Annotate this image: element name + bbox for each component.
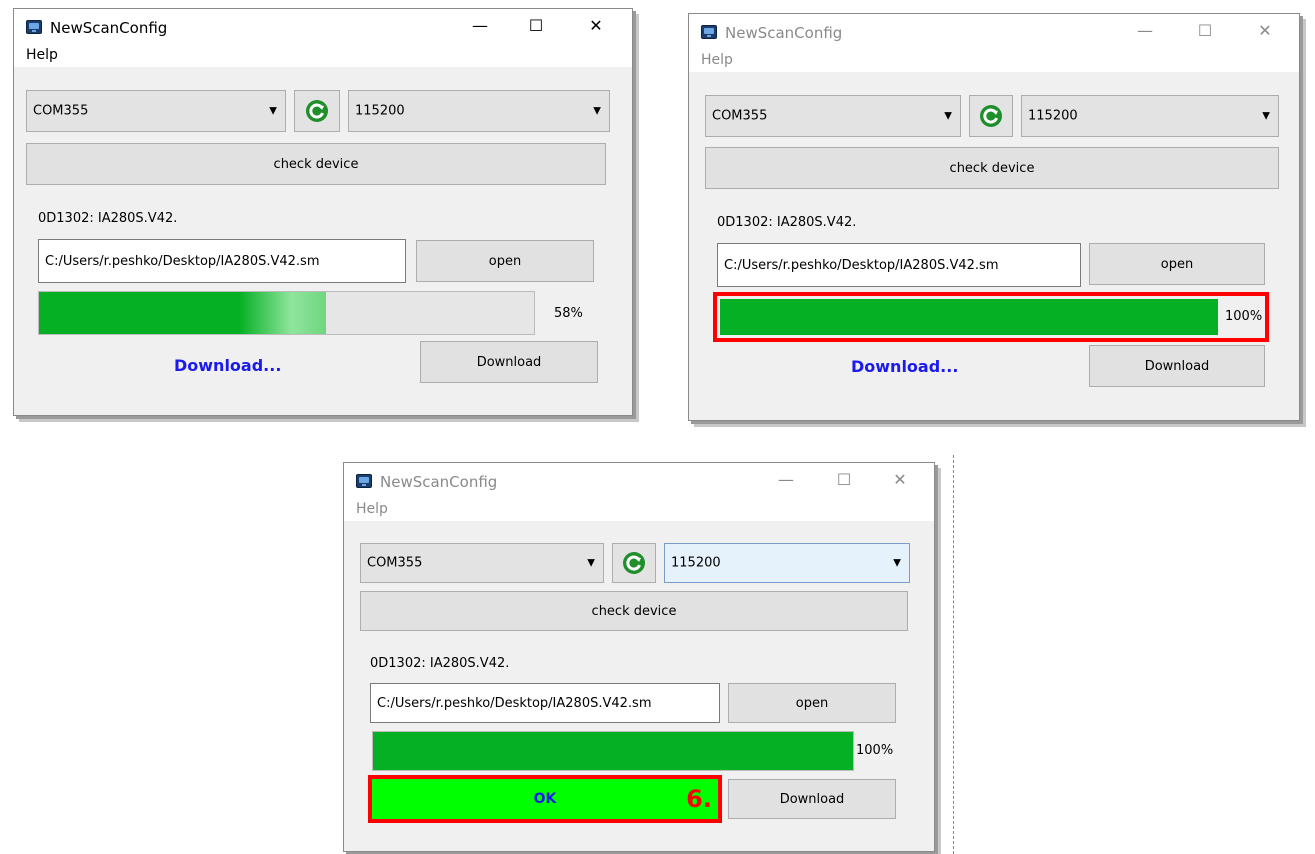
device-info-label: 0D1302: IA280S.V42. xyxy=(38,211,178,226)
maximize-icon[interactable]: ☐ xyxy=(510,11,562,41)
title-bar[interactable]: NewScanConfig — ☐ ✕ xyxy=(689,14,1299,50)
open-button[interactable]: open xyxy=(728,683,896,723)
download-button[interactable]: Download xyxy=(1089,345,1265,387)
progress-fill xyxy=(373,732,853,770)
progress-percent: 100% xyxy=(856,743,894,758)
close-icon[interactable]: ✕ xyxy=(1239,16,1291,46)
progress-fill xyxy=(39,292,327,334)
ok-button[interactable]: OK 6. xyxy=(368,775,722,823)
file-path-input[interactable]: C:/Users/r.peshko/Desktop/IA280S.V42.sm xyxy=(717,243,1081,287)
open-button[interactable]: open xyxy=(1089,243,1265,285)
app-icon xyxy=(701,25,717,39)
download-progress-bar xyxy=(720,299,1218,335)
app-icon xyxy=(356,474,372,488)
file-path-input[interactable]: C:/Users/r.peshko/Desktop/IA280S.V42.sm xyxy=(370,683,720,723)
open-button[interactable]: open xyxy=(416,240,594,282)
download-progress-bar xyxy=(38,291,535,335)
menu-bar: Help xyxy=(14,45,632,67)
check-device-button[interactable]: check device xyxy=(26,143,606,185)
close-icon[interactable]: ✕ xyxy=(570,11,622,41)
menu-help[interactable]: Help xyxy=(26,47,58,63)
download-status: Download... xyxy=(851,357,959,376)
menu-help[interactable]: Help xyxy=(356,501,388,517)
maximize-icon[interactable]: ☐ xyxy=(818,465,870,495)
window-title: NewScanConfig xyxy=(725,24,843,42)
progress-percent: 58% xyxy=(554,306,583,321)
minimize-icon[interactable]: — xyxy=(1119,16,1171,46)
chevron-down-icon: ▼ xyxy=(944,110,952,122)
refresh-icon xyxy=(306,100,328,122)
check-device-button[interactable]: check device xyxy=(360,591,908,631)
baud-rate-value: 115200 xyxy=(355,103,405,119)
com-port-value: COM355 xyxy=(367,555,423,571)
baud-rate-select[interactable]: 115200 ▼ xyxy=(348,90,610,132)
download-progress-bar xyxy=(372,731,854,771)
baud-rate-value: 115200 xyxy=(671,555,721,571)
com-port-select[interactable]: COM355 ▼ xyxy=(26,90,286,132)
window-title: NewScanConfig xyxy=(380,473,498,491)
download-button[interactable]: Download xyxy=(420,341,598,383)
minimize-icon[interactable]: — xyxy=(760,465,812,495)
menu-bar: Help xyxy=(689,50,1299,72)
download-status: Download... xyxy=(174,356,282,375)
window-3: NewScanConfig — ☐ ✕ Help COM355 ▼ 115200… xyxy=(343,462,935,852)
step-number: 6. xyxy=(686,785,712,813)
download-button[interactable]: Download xyxy=(728,779,896,819)
app-icon xyxy=(26,20,42,34)
window-1: NewScanConfig — ☐ ✕ Help COM355 ▼ 115200… xyxy=(13,8,633,416)
title-bar[interactable]: NewScanConfig — ☐ ✕ xyxy=(344,463,934,499)
refresh-button[interactable] xyxy=(612,543,656,583)
refresh-icon xyxy=(623,552,645,574)
device-info-label: 0D1302: IA280S.V42. xyxy=(717,215,857,230)
progress-highlight: 100% xyxy=(713,292,1269,342)
window-2: NewScanConfig — ☐ ✕ Help COM355 ▼ 115200… xyxy=(688,13,1300,421)
chevron-down-icon: ▼ xyxy=(1262,110,1270,122)
window-title: NewScanConfig xyxy=(50,19,168,37)
refresh-icon xyxy=(980,105,1002,127)
ok-label: OK xyxy=(533,791,557,807)
menu-help[interactable]: Help xyxy=(701,52,733,68)
com-port-value: COM355 xyxy=(33,103,89,119)
com-port-value: COM355 xyxy=(712,108,768,124)
close-icon[interactable]: ✕ xyxy=(874,465,926,495)
com-port-select[interactable]: COM355 ▼ xyxy=(360,543,604,583)
chevron-down-icon: ▼ xyxy=(893,557,901,569)
chevron-down-icon: ▼ xyxy=(269,105,277,117)
chevron-down-icon: ▼ xyxy=(593,105,601,117)
title-bar[interactable]: NewScanConfig — ☐ ✕ xyxy=(14,9,632,45)
separator-line xyxy=(953,455,954,854)
refresh-button[interactable] xyxy=(294,90,340,132)
baud-rate-select[interactable]: 115200 ▼ xyxy=(1021,95,1279,137)
check-device-button[interactable]: check device xyxy=(705,147,1279,189)
device-info-label: 0D1302: IA280S.V42. xyxy=(370,656,510,671)
maximize-icon[interactable]: ☐ xyxy=(1179,16,1231,46)
baud-rate-value: 115200 xyxy=(1028,108,1078,124)
progress-fill xyxy=(720,299,1218,335)
refresh-button[interactable] xyxy=(969,95,1013,137)
baud-rate-select[interactable]: 115200 ▼ xyxy=(664,543,910,583)
minimize-icon[interactable]: — xyxy=(454,11,506,41)
com-port-select[interactable]: COM355 ▼ xyxy=(705,95,961,137)
file-path-input[interactable]: C:/Users/r.peshko/Desktop/IA280S.V42.sm xyxy=(38,239,406,283)
progress-percent: 100% xyxy=(1225,309,1263,324)
chevron-down-icon: ▼ xyxy=(587,557,595,569)
menu-bar: Help xyxy=(344,499,934,521)
